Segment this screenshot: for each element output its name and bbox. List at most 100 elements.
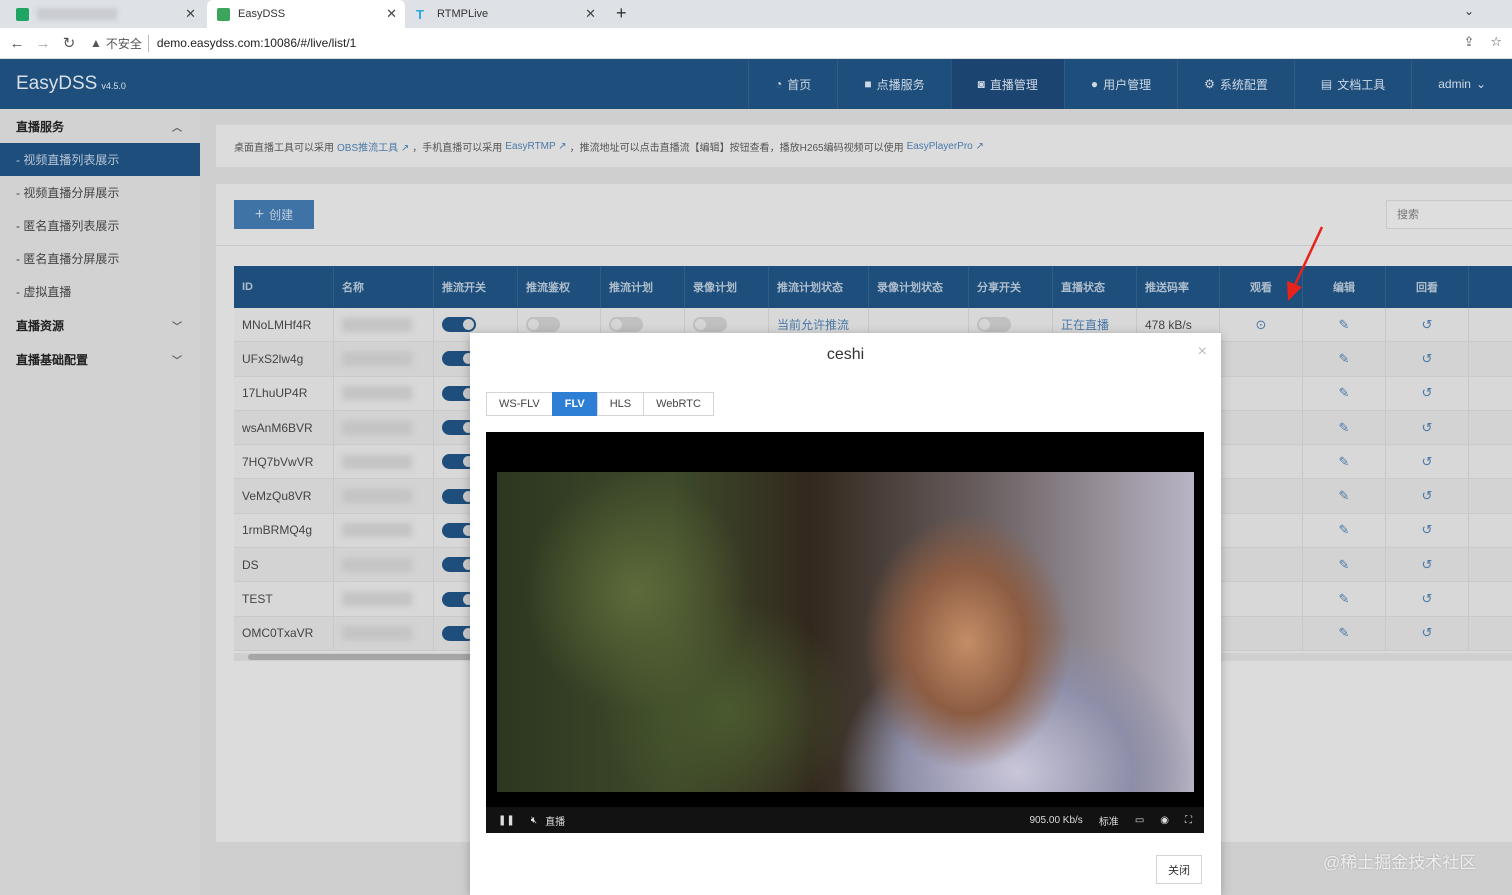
close-tab-icon[interactable]: ✕ [585,6,596,22]
mute-icon[interactable]: 🔇︎ [531,815,537,826]
sidebar-item-live-split[interactable]: - 视频直播分屏展示 [0,176,200,209]
obs-link[interactable]: OBS推流工具 ↗ [337,139,409,154]
edit-icon[interactable]: ✎ [1339,488,1350,504]
search-input[interactable] [1386,200,1512,229]
reload-icon[interactable]: ↻ [56,34,82,52]
column-header: 推送码率 [1137,266,1220,308]
sidebar-item-anon-list[interactable]: - 匿名直播列表展示 [0,209,200,242]
notice-text: 桌面直播工具可以采用 [234,142,334,154]
sidebar-item-label: - 匿名直播列表展示 [16,219,120,233]
column-header: 推流计划 [601,266,685,308]
nav-settings[interactable]: ⚙ 系统配置 [1177,59,1294,109]
tab-list-chevron-icon[interactable]: ⌄ [1464,4,1474,18]
sidebar-item-anon-split[interactable]: - 匿名直播分屏展示 [0,242,200,275]
sidebar-item-virtual-live[interactable]: - 虚拟直播 [0,275,200,308]
status-text: 当前允许推流 [777,318,850,333]
url-field[interactable]: ▲ 不安全 demo.easydss.com:10086/#/live/list… [90,34,356,52]
close-button[interactable]: 关闭 [1156,855,1202,884]
tab-flv[interactable]: FLV [551,392,598,416]
video-player[interactable]: ❚❚ 🔇︎ 直播 905.00 Kb/s 标准 ▭ ◉ ⛶ [486,432,1204,833]
edit-icon[interactable]: ✎ [1339,385,1350,401]
sidebar-group-live-resources[interactable]: 直播资源 ﹀ [0,308,200,342]
browser-tab-1[interactable]: EasyDSS ✕ [207,0,405,28]
tab-webrtc[interactable]: WebRTC [643,392,714,416]
live-label: 直播 [545,816,566,828]
history-icon[interactable]: ↺ [1422,488,1433,504]
snapshot-camera-icon[interactable]: ◉ [1160,815,1169,826]
notice-text: ，手机直播可以采用 [412,142,503,154]
close-tab-icon[interactable]: ✕ [185,6,196,22]
edit-icon[interactable]: ✎ [1339,420,1350,436]
edit-cell: ✎ [1303,308,1386,342]
edit-icon[interactable]: ✎ [1339,625,1350,641]
playback-cell: ↺ [1386,342,1469,376]
browser-tab-0[interactable]: ✕ [6,0,204,28]
history-icon[interactable]: ↺ [1422,385,1433,401]
quality-selector[interactable]: 标准 [1099,813,1119,828]
brand-logo[interactable]: EasyDSS v4.5.0 [16,73,126,95]
history-icon[interactable]: ↺ [1422,591,1433,607]
record-icon[interactable]: ▭ [1135,815,1144,826]
fullscreen-icon[interactable]: ⛶ [1185,815,1192,826]
new-tab-icon[interactable]: + [616,3,627,24]
close-icon[interactable]: × [1198,343,1207,361]
forward-icon[interactable]: → [30,35,56,52]
nav-home[interactable]: ◔ 首页 [748,59,837,109]
sidebar-item-live-list[interactable]: - 视频直播列表展示 [0,143,200,176]
create-button[interactable]: + 创建 [234,200,314,229]
sidebar-group-live-config[interactable]: 直播基础配置 ﹀ [0,342,200,376]
edit-icon[interactable]: ✎ [1339,591,1350,607]
back-icon[interactable]: ← [4,35,30,52]
push-toggle[interactable] [442,317,476,333]
bookmark-star-icon[interactable]: ☆ [1490,34,1502,50]
history-icon[interactable]: ↺ [1422,317,1433,333]
row-name [334,308,434,342]
row-id: wsAnM6BVR [234,410,334,445]
toggle-switch[interactable] [693,317,727,333]
edit-icon[interactable]: ✎ [1339,317,1350,333]
pause-icon[interactable]: ❚❚ [498,815,515,826]
history-icon[interactable]: ↺ [1422,557,1433,573]
history-icon[interactable]: ↺ [1422,522,1433,538]
toggle-switch[interactable] [609,317,643,333]
nav-live[interactable]: ◙ 直播管理 [950,59,1064,109]
edit-cell: ✎ [1303,376,1386,410]
nav-users[interactable]: ● 用户管理 [1063,59,1177,109]
easyrtmp-link[interactable]: EasyRTMP ↗ [505,141,566,152]
share-icon[interactable]: ⇪ [1463,34,1474,50]
playback-cell: ↺ [1386,376,1469,410]
browser-tab-2[interactable]: T RTMPLive ✕ [406,0,604,28]
tab-ws-flv[interactable]: WS-FLV [486,392,553,416]
address-actions: ⇪ ☆ [1463,34,1502,50]
blurred-name [342,420,412,435]
close-tab-icon[interactable]: ✕ [386,6,397,22]
scrollbar-thumb[interactable] [248,654,478,660]
nav-admin-menu[interactable]: admin ⌄ [1411,59,1512,109]
row-name [334,548,434,582]
video-frame[interactable] [497,472,1194,792]
history-icon[interactable]: ↺ [1422,420,1433,436]
brand-version: v4.5.0 [101,81,126,91]
browser-tab-bar: ✕ EasyDSS ✕ T RTMPLive ✕ + ⌄ [0,0,1512,28]
history-icon[interactable]: ↺ [1422,351,1433,367]
edit-icon[interactable]: ✎ [1339,454,1350,470]
edit-icon[interactable]: ✎ [1339,557,1350,573]
video-camera-icon: ■ [864,77,872,91]
edit-cell: ✎ [1303,582,1386,616]
edit-icon[interactable]: ✎ [1339,351,1350,367]
history-icon[interactable]: ↺ [1422,454,1433,470]
column-header: 推流开关 [434,266,518,308]
sidebar: 直播服务 ︿ - 视频直播列表展示 - 视频直播分屏展示 - 匿名直播列表展示 … [0,109,200,895]
sidebar-group-live-service[interactable]: 直播服务 ︿ [0,109,200,143]
nav-docs[interactable]: ▤ 文档工具 [1293,59,1411,109]
tab-hls[interactable]: HLS [596,392,645,416]
toggle-switch[interactable] [526,317,560,333]
toggle-switch[interactable] [977,317,1011,333]
edit-icon[interactable]: ✎ [1339,522,1350,538]
blurred-name [342,351,412,366]
easyplayerpro-link[interactable]: EasyPlayerPro ↗ [907,141,984,152]
play-circle-icon[interactable]: ⊙ [1256,317,1267,333]
sidebar-item-label: - 视频直播列表展示 [16,153,120,167]
nav-vod[interactable]: ■ 点播服务 [837,59,950,109]
history-icon[interactable]: ↺ [1422,625,1433,641]
